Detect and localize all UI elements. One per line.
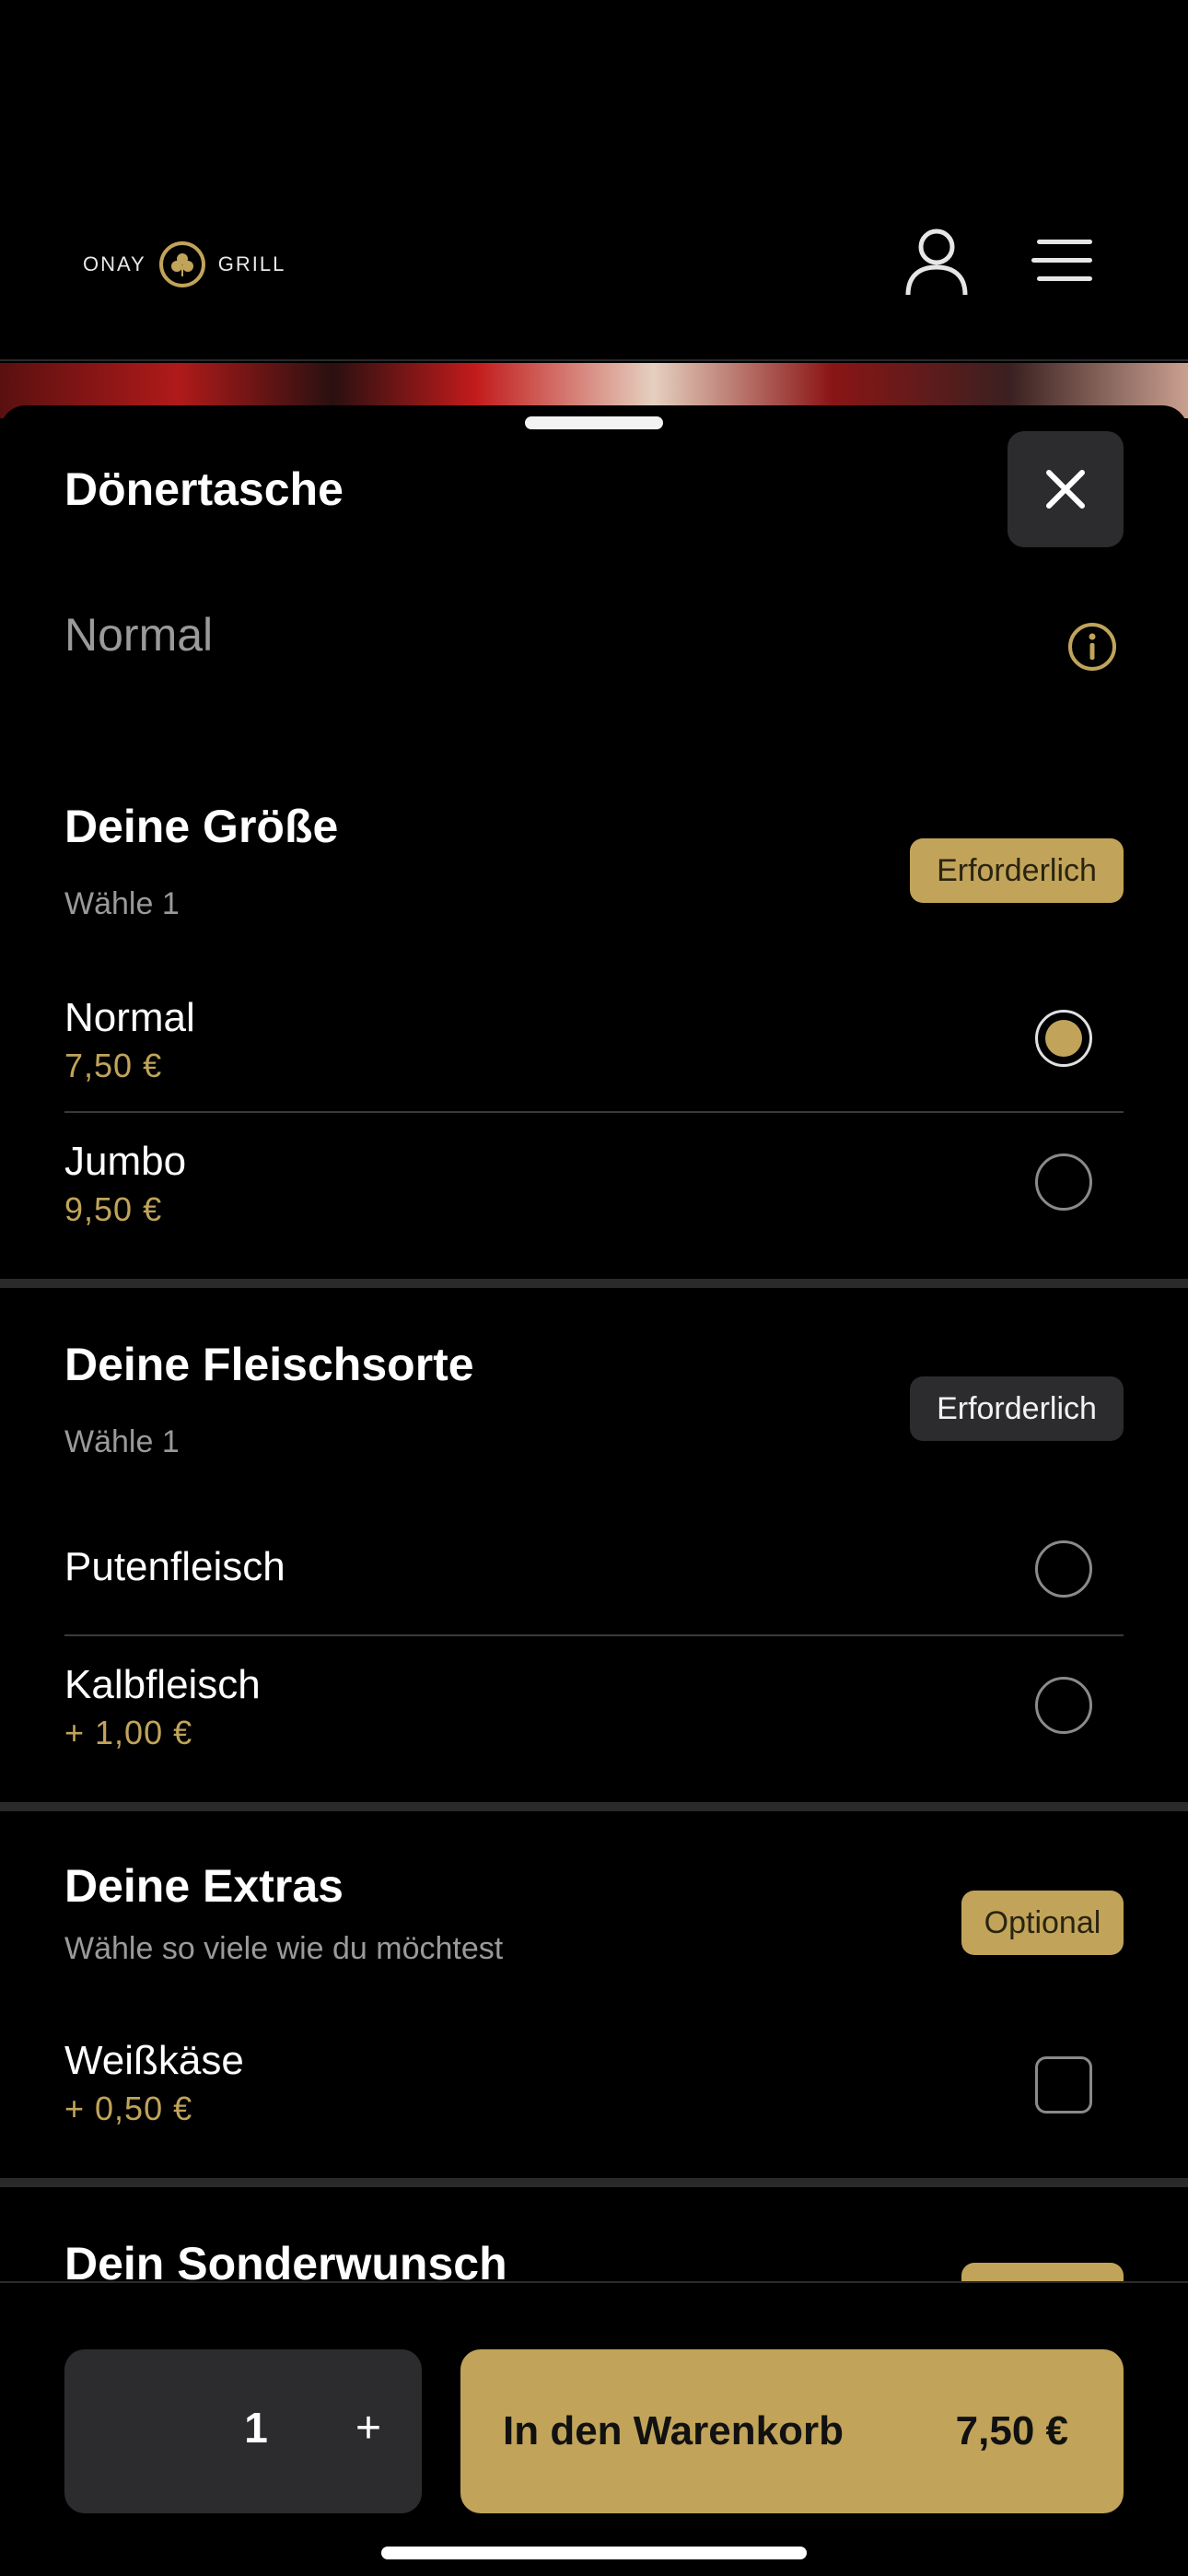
required-badge: Erforderlich (910, 838, 1124, 903)
add-to-cart-button[interactable]: In den Warenkorb 7,50 € (460, 2349, 1124, 2513)
add-to-cart-label: In den Warenkorb (503, 2408, 844, 2453)
required-badge: Erforderlich (910, 1376, 1124, 1441)
info-icon[interactable] (1066, 621, 1118, 673)
option-name: Kalbfleisch (64, 1662, 261, 1707)
menu-icon[interactable] (1031, 238, 1092, 284)
section-title-meat: Deine Fleischsorte (64, 1339, 474, 1390)
option-name: Putenfleisch (64, 1544, 285, 1589)
quantity-value: 1 (244, 2404, 268, 2452)
product-options-sheet: Dönertasche Normal Deine Größe Wähle 1 E… (0, 405, 1188, 2576)
divider (64, 1634, 1124, 1636)
brand-logo[interactable]: ONAY GRILL (83, 241, 285, 287)
radio-selected[interactable] (1035, 1010, 1092, 1067)
close-icon (1046, 470, 1085, 509)
divider (64, 1111, 1124, 1113)
product-variant: Normal (64, 609, 214, 661)
close-button[interactable] (1007, 431, 1124, 547)
section-title-extras: Deine Extras (64, 1860, 344, 1912)
logo-text-left: ONAY (83, 252, 146, 275)
cart-total-price: 7,50 € (955, 2408, 1068, 2453)
home-indicator[interactable] (381, 2547, 807, 2559)
option-price: 7,50 € (64, 1047, 163, 1084)
option-name: Jumbo (64, 1139, 187, 1184)
radio-unselected[interactable] (1035, 1153, 1092, 1211)
section-divider (0, 2178, 1188, 2187)
section-divider (0, 1279, 1188, 1288)
increment-button[interactable]: + (332, 2392, 405, 2465)
sheet-grabber[interactable] (525, 416, 663, 429)
checkbox-unchecked[interactable] (1035, 2056, 1092, 2113)
section-hint-meat: Wähle 1 (64, 1424, 180, 1459)
option-price: + 0,50 € (64, 2090, 193, 2127)
option-price: + 1,00 € (64, 1714, 193, 1751)
option-name: Weißkäse (64, 2038, 244, 2083)
section-divider (0, 1802, 1188, 1811)
section-hint-extras: Wähle so viele wie du möchtest (64, 1931, 504, 1966)
app-header: ONAY GRILL (0, 0, 1188, 361)
section-title-size: Deine Größe (64, 801, 339, 852)
radio-unselected[interactable] (1035, 1677, 1092, 1734)
bottom-action-bar: 1 + In den Warenkorb 7,50 € (0, 2281, 1188, 2576)
quantity-stepper[interactable]: 1 + (64, 2349, 422, 2513)
product-title: Dönertasche (64, 463, 344, 515)
optional-badge: Optional (961, 1891, 1124, 1955)
clover-icon (158, 241, 205, 287)
option-price: 9,50 € (64, 1190, 163, 1228)
option-name: Normal (64, 995, 195, 1040)
section-hint-size: Wähle 1 (64, 886, 180, 921)
radio-unselected[interactable] (1035, 1540, 1092, 1598)
user-icon[interactable] (904, 227, 969, 297)
logo-text-right: GRILL (217, 252, 286, 275)
